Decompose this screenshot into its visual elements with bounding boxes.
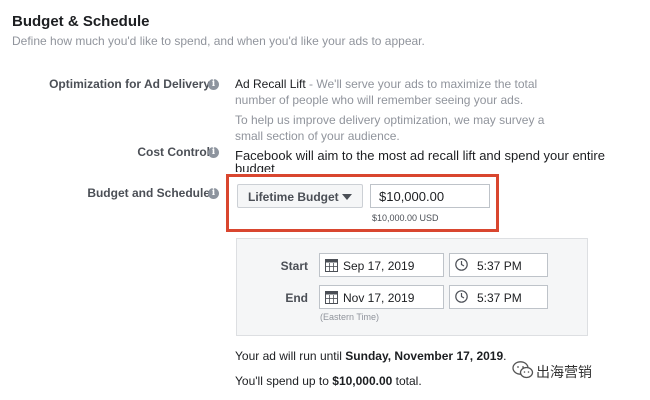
spend-prefix: You'll spend up to [235,374,333,388]
watermark-text: 出海营销 [536,364,592,380]
budget-type-dropdown[interactable]: Lifetime Budget [237,184,363,208]
start-date-field[interactable]: Sep 17, 2019 [319,253,444,277]
end-time-value: 5:37 PM [477,291,522,305]
spend-text: You'll spend up to $10,000.00 total. [235,374,422,388]
optimization-label: Optimization for Ad Delivery [49,77,210,91]
caret-down-icon [342,194,352,200]
budget-schedule-label: Budget and Schedule [87,186,210,200]
end-time-field[interactable]: 5:37 PM [449,285,548,309]
optimization-note-1: To help us improve delivery optimization… [235,113,545,127]
budget-type-label: Lifetime Budget [248,190,339,204]
budget-amount-input[interactable]: $10,000.00 [370,184,490,208]
spend-suffix: total. [392,374,422,388]
calendar-icon [325,291,338,304]
run-date: Sunday, November 17, 2019 [345,349,504,363]
run-suffix: . [503,349,507,363]
section-subtitle: Define how much you'd like to spend, and… [12,34,425,48]
start-label: Start [280,259,308,273]
optimization-value: Ad Recall Lift [235,77,306,91]
start-date-value: Sep 17, 2019 [343,259,415,273]
info-icon[interactable]: i [208,147,219,158]
optimization-note-2: small section of your audience. [235,129,400,143]
info-icon[interactable]: i [208,79,219,90]
cost-control-text-2: budget [235,162,275,172]
budget-amount-value: $10,000.00 [379,189,445,204]
end-date-field[interactable]: Nov 17, 2019 [319,285,444,309]
end-label: End [285,291,308,305]
start-time-value: 5:37 PM [477,259,522,273]
optimization-desc-2: number of people who will remember seein… [235,93,524,107]
info-icon[interactable]: i [208,188,219,199]
section-title: Budget & Schedule [12,13,150,30]
run-until-text: Your ad will run until Sunday, November … [235,349,507,363]
wechat-icon [512,361,534,379]
spend-amount: $10,000.00 [332,374,393,388]
end-date-value: Nov 17, 2019 [343,291,415,305]
start-time-field[interactable]: 5:37 PM [449,253,548,277]
cost-control-label: Cost Control [137,145,210,159]
clock-icon [455,258,468,271]
optimization-description: Ad Recall Lift - We'll serve your ads to… [235,76,555,92]
clock-icon [455,290,468,303]
cost-control-text-1: Facebook will aim to the most ad recall … [235,148,605,163]
run-prefix: Your ad will run until [235,349,346,363]
timezone-note: (Eastern Time) [320,312,380,322]
optimization-desc-1: - We'll serve your ads to maximize the t… [305,77,538,91]
calendar-icon [325,259,338,272]
budget-currency-note: $10,000.00 USD [372,213,439,223]
